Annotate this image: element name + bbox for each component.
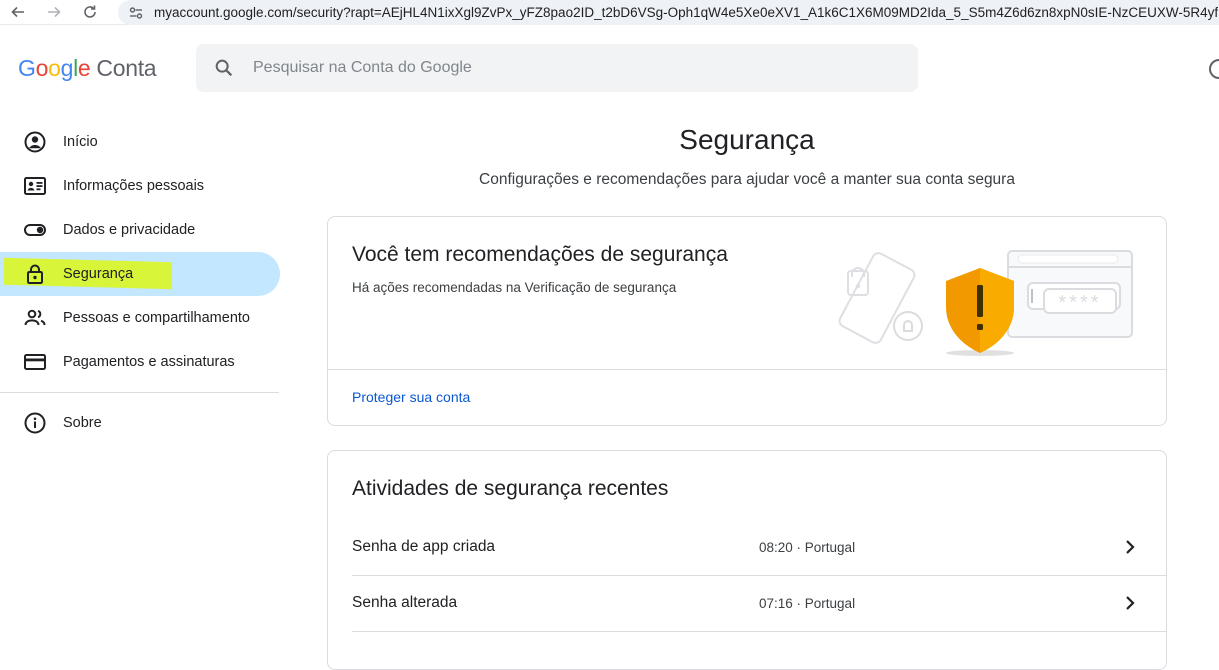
password-mask-text: **** — [1058, 292, 1101, 314]
activity-time: 07:16 · Portugal — [759, 595, 856, 611]
sidebar-item-informacoes-pessoais[interactable]: Informações pessoais — [0, 164, 280, 208]
id-card-icon — [24, 177, 46, 195]
activity-row-app-password[interactable]: Senha de app criada 08:20 · Portugal — [352, 519, 1166, 575]
sidebar-item-dados-privacidade[interactable]: Dados e privacidade — [0, 208, 280, 252]
sidebar-item-inicio[interactable]: Início — [0, 120, 280, 164]
activity-label: Senha alterada — [352, 594, 458, 611]
account-header: Google Conta — [0, 26, 1219, 110]
reload-icon — [84, 5, 96, 18]
row-divider — [352, 631, 1166, 632]
credit-card-icon — [24, 354, 46, 370]
security-shield-illustration: **** — [838, 250, 1133, 356]
sidebar-divider — [0, 392, 279, 393]
sidebar-item-label: Início — [63, 134, 98, 150]
password-window-illustration: **** — [1007, 250, 1133, 338]
page-title: Segurança — [679, 124, 815, 155]
browser-toolbar: myaccount.google.com/security?rapt=AEjHL… — [0, 0, 1219, 25]
people-icon — [24, 309, 46, 326]
chevron-right-icon — [1126, 540, 1135, 554]
account-circle-icon — [24, 131, 46, 153]
sidebar-nav: Início Informações pessoais Dados e priv… — [0, 120, 280, 445]
recommendations-title: Você tem recomendações de segurança — [352, 243, 728, 266]
sidebar-item-label: Sobre — [63, 415, 102, 431]
protect-account-link[interactable]: Proteger sua conta — [352, 389, 470, 405]
sidebar-item-seguranca[interactable]: Segurança — [0, 252, 280, 296]
site-settings-icon[interactable] — [128, 5, 144, 21]
logo-letter: e — [77, 55, 91, 81]
chevron-right-icon — [1126, 596, 1135, 610]
activity-title: Atividades de segurança recentes — [352, 477, 669, 500]
search-icon[interactable] — [213, 57, 235, 79]
logo-letter: G — [18, 55, 36, 81]
arrow-left-icon — [11, 6, 24, 18]
url-text[interactable]: myaccount.google.com/security?rapt=AEjHL… — [154, 5, 1218, 20]
arrow-right-icon — [48, 6, 61, 18]
recent-security-activity-card: Atividades de segurança recentes Senha d… — [327, 450, 1167, 670]
sidebar-item-pessoas-compartilhamento[interactable]: Pessoas e compartilhamento — [0, 296, 280, 340]
toggle-icon — [24, 224, 46, 236]
search-input[interactable] — [253, 59, 853, 77]
info-icon — [24, 412, 46, 434]
sidebar-item-label: Pagamentos e assinaturas — [63, 354, 235, 370]
warning-shield-icon — [946, 268, 1014, 356]
address-bar[interactable]: myaccount.google.com/security?rapt=AEjHL… — [118, 0, 1219, 25]
activity-label: Senha de app criada — [352, 538, 496, 555]
logo-letter: g — [60, 55, 74, 81]
product-name: Conta — [96, 55, 157, 81]
recommendations-description: Há ações recomendadas na Verificação de … — [352, 280, 677, 295]
logo-letter: o — [35, 55, 49, 81]
search-box[interactable] — [196, 44, 918, 92]
logo-letter: o — [48, 55, 61, 81]
sidebar-item-label: Pessoas e compartilhamento — [63, 310, 250, 326]
google-account-logo[interactable]: Google Conta — [18, 55, 157, 82]
sidebar-item-sobre[interactable]: Sobre — [0, 401, 280, 445]
lock-icon — [27, 264, 43, 284]
forward-button[interactable] — [36, 0, 72, 25]
security-recommendations-card: Você tem recomendações de segurança Há a… — [327, 216, 1167, 426]
help-icon[interactable] — [1208, 58, 1219, 80]
activity-time: 08:20 · Portugal — [759, 539, 856, 555]
card-divider — [328, 369, 1166, 370]
page-subtitle: Configurações e recomendações para ajuda… — [479, 171, 1015, 188]
sidebar-item-pagamentos-assinaturas[interactable]: Pagamentos e assinaturas — [0, 340, 280, 384]
sidebar-item-label: Segurança — [63, 266, 134, 282]
back-button[interactable] — [0, 0, 36, 25]
sidebar-item-label: Informações pessoais — [63, 178, 205, 194]
reload-button[interactable] — [72, 0, 108, 25]
sidebar-item-label: Dados e privacidade — [63, 222, 196, 238]
activity-row-password-changed[interactable]: Senha alterada 07:16 · Portugal — [352, 575, 1166, 631]
